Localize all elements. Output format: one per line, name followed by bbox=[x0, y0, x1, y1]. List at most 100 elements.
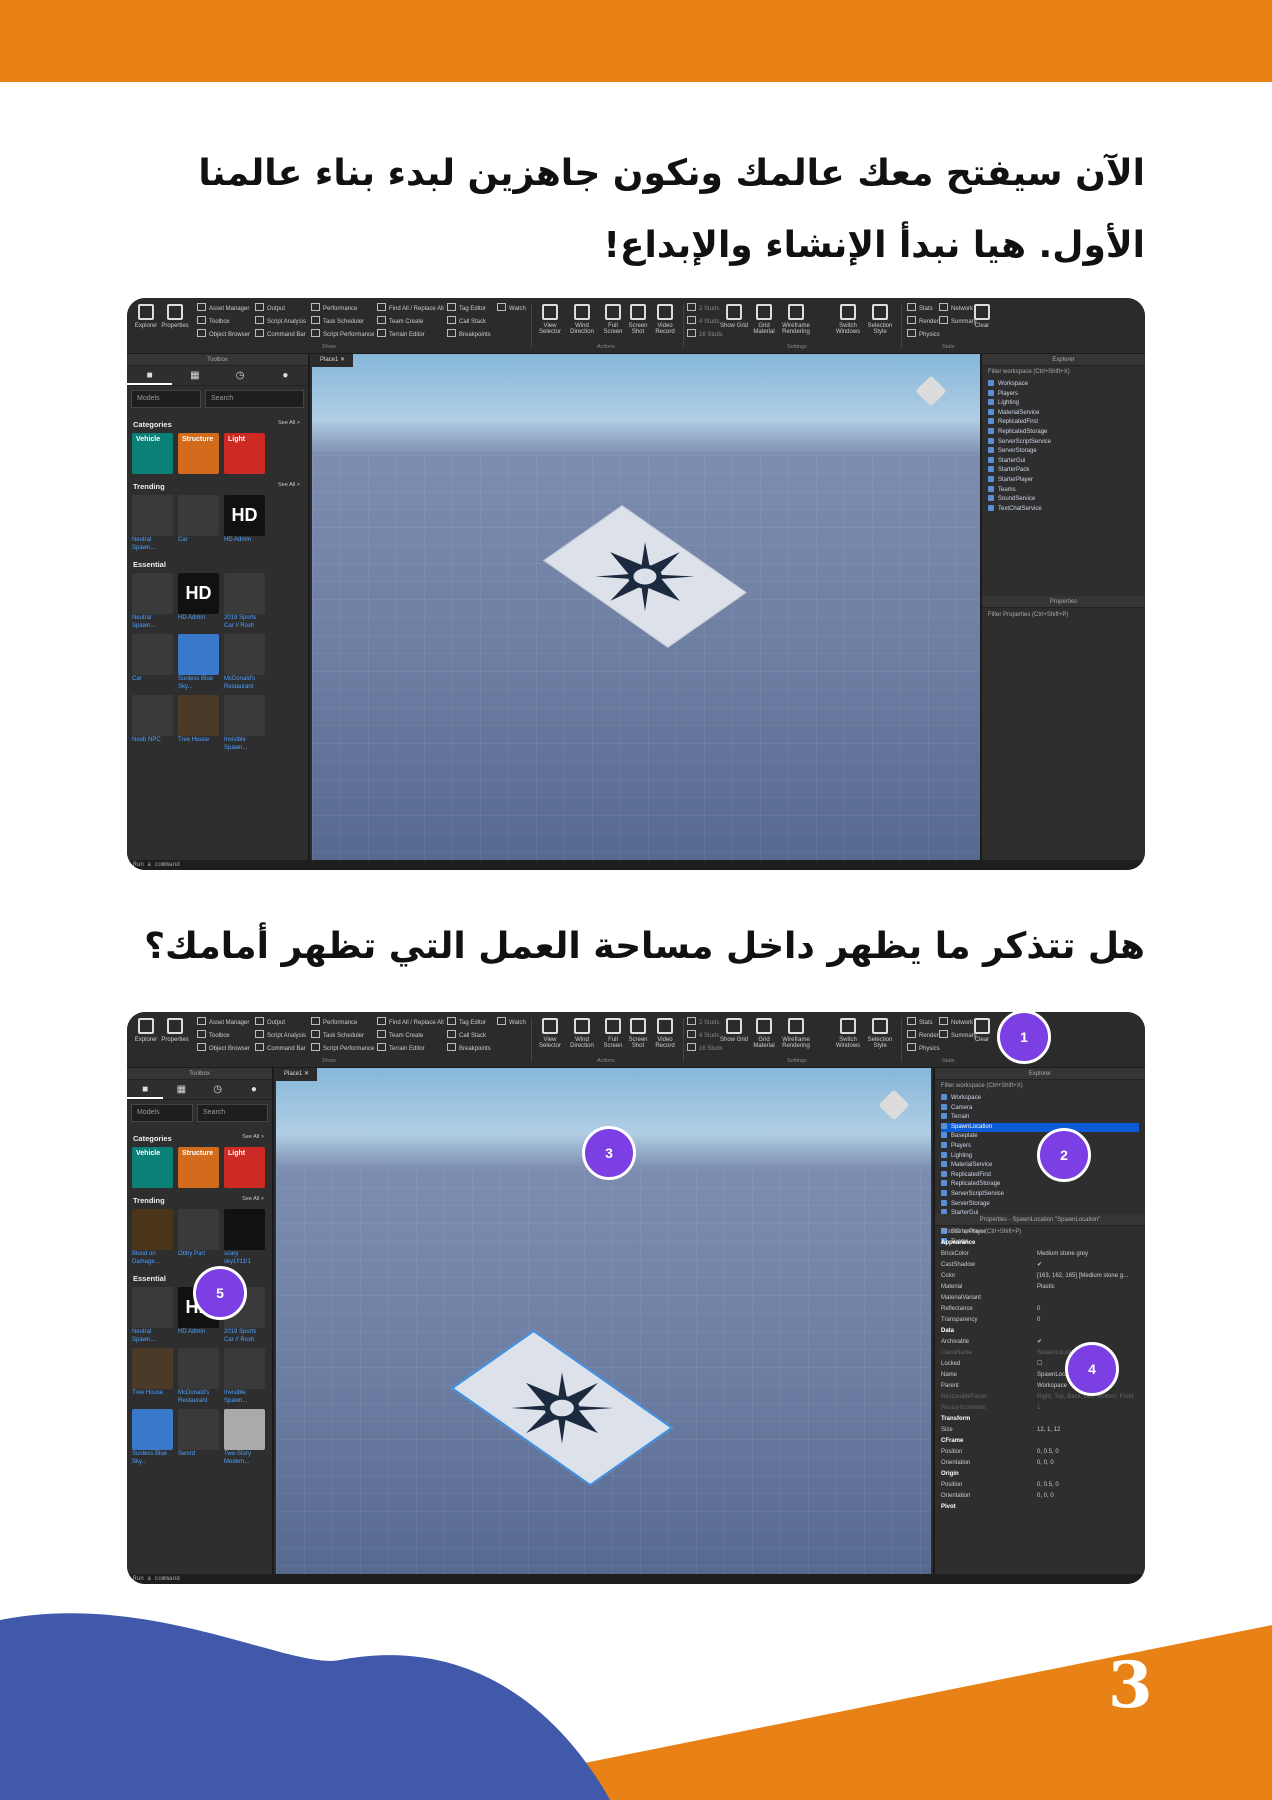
explorer-item[interactable]: Teams bbox=[988, 486, 1139, 496]
list-item[interactable]: McDonald's Restaurant bbox=[178, 1348, 219, 1405]
property-row[interactable]: Appearance bbox=[935, 1238, 1145, 1249]
ribbon-col-1[interactable]: Asset Manager Toolbox Object Browser bbox=[197, 303, 250, 342]
list-item[interactable]: Blood on Damage... bbox=[132, 1209, 173, 1266]
screen-shot-button[interactable]: Screen Shot bbox=[623, 304, 653, 344]
property-row[interactable]: Position 0, 0.5, 0 bbox=[935, 1447, 1145, 1458]
explorer-item[interactable]: ServerStorage bbox=[988, 447, 1139, 457]
explorer-filter-input[interactable]: Filter workspace (Ctrl+Shift+X) bbox=[982, 366, 1145, 378]
explorer-item[interactable]: Players bbox=[988, 390, 1139, 400]
explorer-item[interactable]: Workspace bbox=[941, 1094, 1139, 1104]
explorer-item[interactable]: ServerScriptService bbox=[988, 438, 1139, 448]
property-row[interactable]: ResizeableFaces Right, Top, Back, Left, B… bbox=[935, 1392, 1145, 1403]
tab-marketplace[interactable]: ■ bbox=[127, 1080, 164, 1099]
clear-button[interactable]: Clear bbox=[967, 304, 997, 344]
explorer-item[interactable]: StarterPlayer bbox=[988, 476, 1139, 486]
tab-creations[interactable]: ● bbox=[263, 366, 308, 385]
wireframe-button[interactable]: Wireframe Rendering bbox=[781, 304, 811, 344]
vehicle-tile[interactable]: Vehicle bbox=[132, 433, 173, 474]
list-item[interactable]: Invisible Spawn... bbox=[224, 695, 265, 752]
property-row[interactable]: Data bbox=[935, 1326, 1145, 1337]
list-item[interactable]: scary sky1!!11!1 bbox=[224, 1209, 265, 1266]
tab-recent[interactable]: ◷ bbox=[200, 1080, 236, 1099]
explorer-button[interactable]: Explorer bbox=[131, 1018, 161, 1058]
explorer-item[interactable]: StarterPack bbox=[988, 466, 1139, 476]
properties-filter-input[interactable]: Filter Properties (Ctrl+Shift+P) bbox=[935, 1226, 1145, 1238]
list-item[interactable]: Sunless Blue Sky... bbox=[132, 1409, 173, 1466]
explorer-item[interactable]: ReplicatedFirst bbox=[988, 418, 1139, 428]
list-item[interactable]: Noob NPC bbox=[132, 695, 173, 752]
wind-direction-button[interactable]: Wind Direction bbox=[567, 1018, 597, 1058]
property-value[interactable]: Plastic bbox=[1037, 1282, 1055, 1293]
tab-recent[interactable]: ◷ bbox=[218, 366, 263, 385]
list-item[interactable]: Tree House bbox=[132, 1348, 173, 1405]
ribbon-col-2[interactable]: Output Script Analysis Command Bar bbox=[255, 303, 306, 342]
explorer-item[interactable]: TextChatService bbox=[988, 505, 1139, 515]
ribbon-col-3[interactable]: Performance Task Scheduler Script Performa… bbox=[311, 303, 374, 342]
see-all-link[interactable]: See All > bbox=[278, 482, 300, 488]
search-input[interactable]: Search bbox=[197, 1104, 268, 1122]
explorer-item[interactable]: ServerScriptService bbox=[941, 1190, 1139, 1200]
screen-shot-button[interactable]: Screen Shot bbox=[623, 1018, 653, 1058]
properties-button[interactable]: Properties bbox=[160, 1018, 190, 1058]
property-value[interactable]: 0 bbox=[1037, 1315, 1040, 1326]
ribbon-watch[interactable]: Watch bbox=[497, 303, 526, 316]
list-item[interactable]: HDHD Admin bbox=[224, 495, 265, 552]
grid-material-button[interactable]: Grid Material bbox=[749, 304, 779, 344]
property-row[interactable]: Transform bbox=[935, 1414, 1145, 1425]
view-cube-icon[interactable] bbox=[878, 1089, 910, 1121]
explorer-item[interactable]: Lighting bbox=[988, 399, 1139, 409]
command-bar[interactable]: Run a command bbox=[127, 860, 1145, 870]
switch-windows-button[interactable]: Switch Windows bbox=[833, 1018, 863, 1058]
ribbon-col-5[interactable]: Tag Editor Call Stack Breakpoints bbox=[447, 303, 491, 342]
property-row[interactable]: CFrame bbox=[935, 1436, 1145, 1447]
ribbon-stats-col-1[interactable]: Stats Render Physics bbox=[907, 1017, 940, 1056]
property-row[interactable]: Transparency 0 bbox=[935, 1315, 1145, 1326]
ribbon-stats-col-1[interactable]: Stats Render Physics bbox=[907, 303, 940, 342]
view-cube-icon[interactable] bbox=[915, 375, 947, 407]
property-value[interactable]: 0 bbox=[1037, 1304, 1040, 1315]
explorer-item[interactable]: ServerStorage bbox=[941, 1200, 1139, 1210]
property-row[interactable]: Material Plastic bbox=[935, 1282, 1145, 1293]
selection-style-button[interactable]: Selection Style bbox=[865, 1018, 895, 1058]
explorer-item[interactable]: MaterialService bbox=[988, 409, 1139, 419]
list-item[interactable]: Car bbox=[178, 495, 219, 552]
property-row[interactable]: MaterialVariant bbox=[935, 1293, 1145, 1304]
list-item[interactable]: Neutral Spawn... bbox=[132, 573, 173, 630]
property-value[interactable]: 0, 0, 0 bbox=[1037, 1491, 1054, 1502]
property-row[interactable]: Reflectance 0 bbox=[935, 1304, 1145, 1315]
light-tile[interactable]: Light bbox=[224, 433, 265, 474]
ribbon-col-5[interactable]: Tag Editor Call Stack Breakpoints bbox=[447, 1017, 491, 1056]
search-input[interactable]: Search bbox=[205, 390, 304, 408]
show-grid-button[interactable]: Show Grid bbox=[719, 304, 749, 344]
property-row[interactable]: Orientation 0, 0, 0 bbox=[935, 1491, 1145, 1502]
list-item[interactable]: Neutral Spawn... bbox=[132, 495, 173, 552]
clear-button[interactable]: Clear bbox=[967, 1018, 997, 1058]
property-value[interactable]: Workspace bbox=[1037, 1381, 1067, 1392]
tab-marketplace[interactable]: ■ bbox=[127, 366, 173, 385]
property-row[interactable]: Orientation 0, 0, 0 bbox=[935, 1458, 1145, 1469]
ribbon-studs[interactable]: 2 Studs 4 Studs 16 Studs bbox=[687, 303, 723, 342]
ribbon-watch[interactable]: Watch bbox=[497, 1017, 526, 1030]
properties-filter-input[interactable]: Filter Properties (Ctrl+Shift+P) bbox=[982, 609, 1074, 621]
explorer-item[interactable]: SpawnLocation bbox=[941, 1122, 1139, 1133]
ribbon-col-4[interactable]: Find All / Replace All Team Create Terrain… bbox=[377, 1017, 444, 1056]
ribbon-col-2[interactable]: Output Script Analysis Command Bar bbox=[255, 1017, 306, 1056]
property-value[interactable]: 1 bbox=[1037, 1403, 1040, 1414]
see-all-link[interactable]: See All > bbox=[278, 420, 300, 426]
ribbon-studs[interactable]: 2 Studs 4 Studs 16 Studs bbox=[687, 1017, 723, 1056]
grid-material-button[interactable]: Grid Material bbox=[749, 1018, 779, 1058]
property-value[interactable]: 0, 0.5, 0 bbox=[1037, 1447, 1059, 1458]
property-row[interactable]: CastShadow ✔ bbox=[935, 1260, 1145, 1271]
explorer-item[interactable]: Workspace bbox=[988, 380, 1139, 390]
view-selector-button[interactable]: View Selector bbox=[535, 304, 565, 344]
switch-windows-button[interactable]: Switch Windows bbox=[833, 304, 863, 344]
vehicle-tile[interactable]: Vehicle bbox=[132, 1147, 173, 1188]
property-value[interactable]: Medium stone grey bbox=[1037, 1249, 1088, 1260]
ribbon-col-3[interactable]: Performance Task Scheduler Script Performa… bbox=[311, 1017, 374, 1056]
property-row[interactable]: Pivot bbox=[935, 1502, 1145, 1513]
list-item[interactable]: Sunless Blue Sky... bbox=[178, 634, 219, 691]
3d-viewport[interactable]: Place1 ✕ bbox=[312, 354, 980, 860]
video-record-button[interactable]: Video Record bbox=[650, 304, 680, 344]
list-item[interactable]: 2019 Sports Car // Rosh bbox=[224, 573, 265, 630]
property-row[interactable]: Origin bbox=[935, 1469, 1145, 1480]
